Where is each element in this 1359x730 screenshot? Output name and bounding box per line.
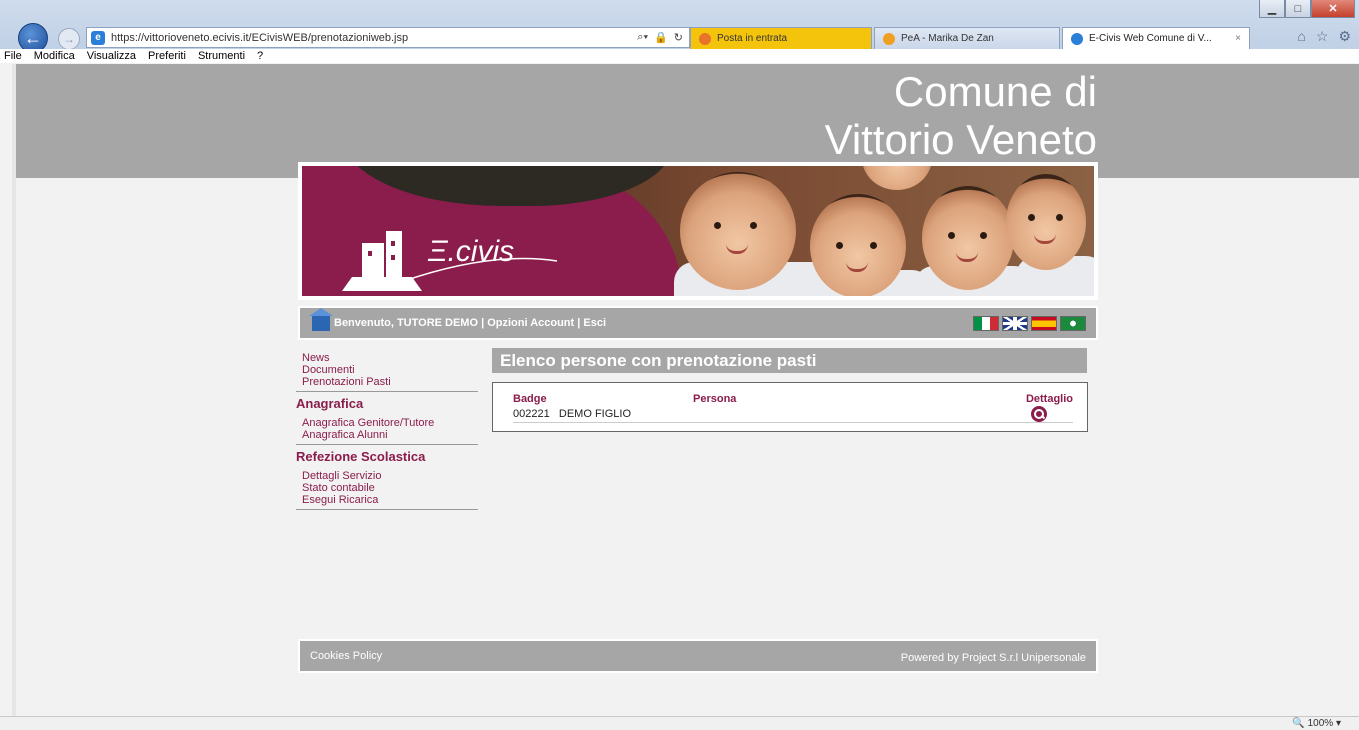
settings-gear-icon[interactable]: ⚙ (1338, 28, 1351, 45)
window-close-button[interactable]: ✕ (1311, 0, 1355, 18)
detail-search-icon[interactable] (1031, 406, 1047, 422)
sidebar-item-prenotazioni-pasti[interactable]: Prenotazioni Pasti (296, 376, 478, 388)
favorites-star-icon[interactable]: ☆ (1316, 28, 1329, 45)
tab-pea[interactable]: PeA - Marika De Zan (874, 27, 1060, 49)
cookies-policy-link[interactable]: Cookies Policy (310, 650, 382, 662)
language-flags (973, 316, 1086, 331)
chevron-down-icon: ▾ (1335, 718, 1341, 729)
column-header-dettaglio: Dettaglio (1025, 393, 1073, 405)
browser-chrome: ▁ □ ✕ ← → e https://vittorioveneto.ecivi… (0, 0, 1359, 63)
close-tab-icon[interactable]: × (1235, 33, 1241, 44)
child-face (922, 186, 1014, 290)
row-persona: DEMO FIGLIO (558, 408, 632, 420)
refresh-icon[interactable]: ↻ (674, 31, 683, 44)
tab-label: PeA - Marika De Zan (901, 33, 994, 44)
sidebar-item-esegui-ricarica[interactable]: Esegui Ricarica (296, 494, 478, 506)
sidebar-divider (296, 391, 478, 392)
user-bar: Benvenuto, TUTORE DEMO | Opzioni Account… (298, 306, 1098, 340)
tab-label: Posta in entrata (717, 33, 788, 44)
browser-toolbar: ⌂ ☆ ⚙ (1297, 28, 1351, 45)
ie-page-icon (1071, 32, 1083, 45)
menu-help[interactable]: ? (257, 50, 263, 62)
arabic-flag-icon[interactable] (1060, 316, 1086, 331)
forward-button[interactable]: → (58, 28, 80, 50)
powered-by-text: Powered by Project S.r.l Unipersonale (900, 652, 1086, 664)
pea-icon (883, 32, 895, 45)
persons-table: Badge Persona Dettaglio 002221 DEMO FIGL… (513, 392, 1073, 423)
sidebar: News Documenti Prenotazioni Pasti Anagra… (296, 352, 478, 513)
zoom-control[interactable]: 🔍 100% ▾ (1292, 718, 1341, 729)
banner-image: Ξ.civis (302, 166, 1094, 296)
tab-label: E-Civis Web Comune di V... (1089, 33, 1212, 44)
sidebar-divider (296, 509, 478, 510)
italian-flag-icon[interactable] (973, 316, 999, 331)
sidebar-item-anagrafica-alunni[interactable]: Anagrafica Alunni (296, 429, 478, 441)
child-face (862, 166, 932, 190)
footer: Cookies Policy Powered by Project S.r.l … (298, 639, 1098, 673)
child-face (680, 172, 796, 290)
status-bar: 🔍 100% ▾ (0, 716, 1359, 730)
menu-bar: File Modifica Visualizza Preferiti Strum… (0, 49, 1359, 63)
menu-modifica[interactable]: Modifica (34, 50, 75, 62)
menu-strumenti[interactable]: Strumenti (198, 50, 245, 62)
search-icon[interactable]: ⌕▾ (637, 31, 648, 44)
address-actions: ⌕▾ 🔒 ↻ (637, 31, 689, 44)
tab-posta-in-entrata[interactable]: Posta in entrata (690, 27, 872, 49)
row-badge: 002221 (513, 408, 550, 420)
web-page: Comune di Vittorio Veneto Ξ.civis Benven… (12, 64, 1359, 716)
column-header-badge: Badge (513, 393, 547, 405)
home-icon[interactable]: ⌂ (1297, 28, 1305, 45)
child-face (810, 194, 906, 296)
table-header-row: Badge Persona Dettaglio (513, 392, 1073, 406)
menu-preferiti[interactable]: Preferiti (148, 50, 186, 62)
column-header-persona: Persona (693, 393, 737, 405)
zoom-icon: 🔍 (1292, 718, 1305, 729)
forward-arrow-icon: → (63, 32, 75, 46)
sidebar-item-stato-contabile[interactable]: Stato contabile (296, 482, 478, 494)
row-cell-badge-persona: 002221 DEMO FIGLIO (513, 406, 1023, 423)
tab-ecivis[interactable]: E-Civis Web Comune di V... × (1062, 27, 1250, 49)
spanish-flag-icon[interactable] (1031, 316, 1057, 331)
banner: Ξ.civis (298, 162, 1098, 300)
address-url[interactable]: https://vittorioveneto.ecivis.it/ECivisW… (111, 32, 637, 44)
child-face (1006, 174, 1086, 270)
row-cell-detail (1023, 406, 1073, 423)
minimize-button[interactable]: ▁ (1259, 0, 1285, 18)
window-controls: ▁ □ ✕ (1259, 0, 1355, 18)
site-title-line2: Vittorio Veneto (824, 116, 1097, 163)
sidebar-divider (296, 444, 478, 445)
sidebar-item-dettagli-servizio[interactable]: Dettagli Servizio (296, 470, 478, 482)
home-icon[interactable] (309, 308, 333, 331)
sidebar-item-anagrafica-genitore[interactable]: Anagrafica Genitore/Tutore (296, 417, 478, 429)
address-bar[interactable]: e https://vittorioveneto.ecivis.it/ECivi… (86, 27, 690, 48)
zoom-level: 100% (1307, 718, 1334, 729)
menu-visualizza[interactable]: Visualizza (87, 50, 136, 62)
mail-icon (699, 32, 711, 45)
menu-file[interactable]: File (4, 50, 22, 62)
sidebar-item-documenti[interactable]: Documenti (296, 364, 478, 376)
ecivis-logo: Ξ.civis (342, 231, 558, 291)
header-band (16, 64, 1359, 178)
site-title: Comune di Vittorio Veneto (825, 68, 1097, 164)
back-arrow-icon: ← (24, 27, 42, 48)
svg-text:Ξ.civis: Ξ.civis (427, 235, 514, 268)
uk-flag-icon[interactable] (1002, 316, 1028, 331)
ie-page-icon: e (91, 30, 105, 45)
site-title-line1: Comune di (893, 68, 1097, 115)
user-welcome-text[interactable]: Benvenuto, TUTORE DEMO | Opzioni Account… (334, 317, 606, 329)
table-row: 002221 DEMO FIGLIO (513, 406, 1073, 423)
sidebar-heading-refezione: Refezione Scolastica (296, 449, 426, 464)
page-title: Elenco persone con prenotazione pasti (492, 348, 1087, 373)
persons-table-box: Badge Persona Dettaglio 002221 DEMO FIGL… (492, 382, 1088, 432)
sidebar-item-news[interactable]: News (296, 352, 478, 364)
lock-icon[interactable]: 🔒 (654, 31, 668, 44)
maximize-button[interactable]: □ (1285, 0, 1311, 18)
sidebar-heading-anagrafica: Anagrafica (296, 396, 364, 411)
